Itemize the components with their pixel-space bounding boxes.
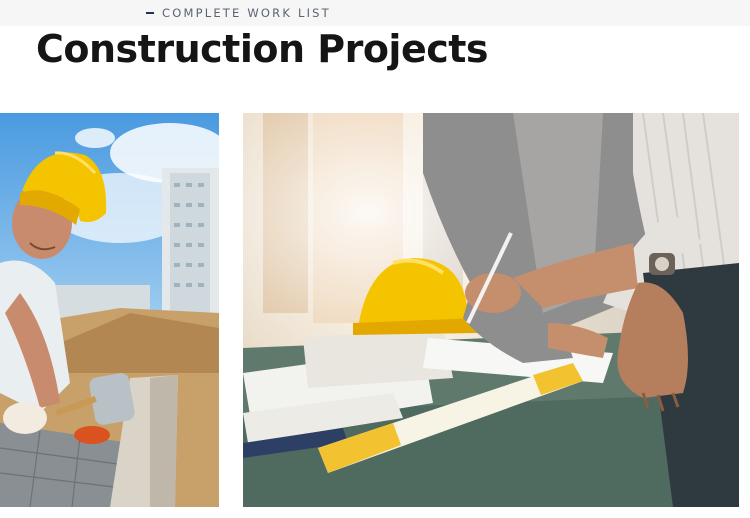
project-card-paving[interactable] — [0, 113, 219, 507]
page-title: Construction Projects — [36, 27, 489, 71]
project-card-blueprints[interactable] — [243, 113, 739, 507]
kicker-dash-decoration — [146, 12, 154, 14]
section-kicker: COMPLETE WORK LIST — [146, 6, 331, 20]
kicker-label: COMPLETE WORK LIST — [162, 6, 331, 20]
worker-paving-photo — [0, 113, 219, 507]
engineers-blueprints-photo — [243, 113, 739, 507]
section-header-bar — [0, 0, 750, 26]
